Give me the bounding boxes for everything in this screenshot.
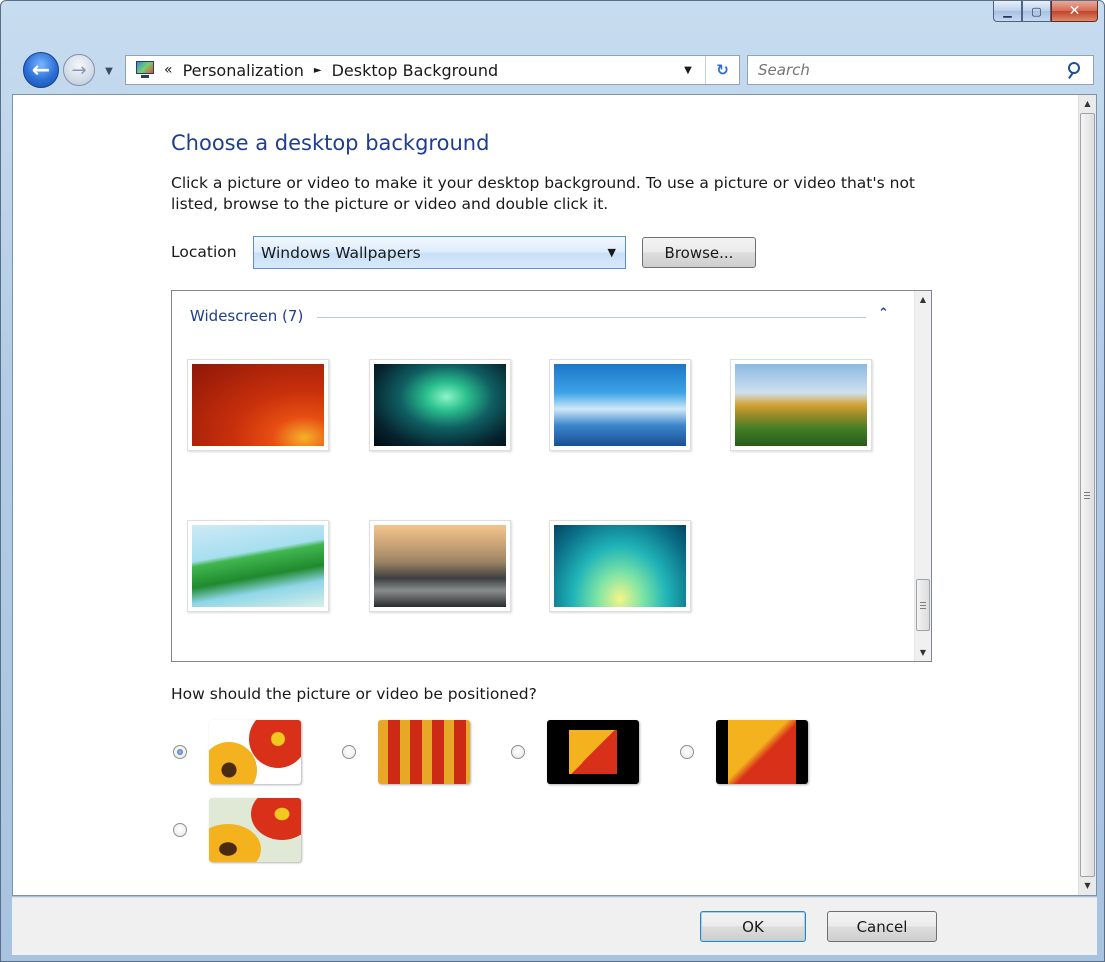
search-icon[interactable]	[1067, 62, 1085, 80]
location-select[interactable]: Windows Wallpapers ▼	[253, 236, 626, 269]
wallpaper-thumbnail-red-flower[interactable]	[187, 359, 329, 451]
breadcrumb-personalization[interactable]: Personalization	[183, 61, 304, 80]
content-scrollbar[interactable]: ▲ ▼	[1078, 95, 1096, 895]
position-radio-fit[interactable]	[680, 745, 694, 759]
location-label: Location	[171, 243, 237, 261]
gallery-scrollbar[interactable]: ▲ ▼	[914, 291, 931, 661]
browse-button[interactable]: Browse...	[642, 237, 756, 268]
scroll-down-icon[interactable]: ▼	[915, 644, 931, 661]
wallpaper-thumbnail-landscape[interactable]	[730, 359, 872, 451]
page-description: Click a picture or video to make it your…	[171, 174, 916, 213]
address-dropdown-icon[interactable]: ▼	[677, 56, 699, 84]
maximize-button[interactable]: ▢	[1022, 1, 1051, 22]
tile-icon[interactable]	[378, 720, 470, 784]
group-header[interactable]: Widescreen (7)	[190, 307, 303, 325]
control-panel-icon	[134, 60, 156, 80]
location-value: Windows Wallpapers	[261, 244, 421, 262]
scroll-up-icon[interactable]: ▲	[1079, 95, 1096, 113]
search-input[interactable]	[748, 56, 1048, 84]
thumbnail-image	[374, 525, 506, 607]
thumbnail-image	[192, 364, 324, 446]
window: ▁ ▢ ✕ ← → ▼ « Personalization ► Desktop …	[0, 0, 1105, 962]
minimize-button[interactable]: ▁	[993, 1, 1022, 22]
position-label: How should the picture or video be posit…	[171, 685, 537, 703]
wallpaper-gallery[interactable]: Widescreen (7) ⌃ ▲ ▼	[171, 290, 932, 662]
address-bar[interactable]: « Personalization ► Desktop Background ▼…	[125, 55, 740, 85]
thumbnail-image	[192, 525, 324, 607]
content-scroll-thumb[interactable]	[1080, 113, 1095, 877]
thumbnail-image	[554, 525, 686, 607]
breadcrumb-separator-icon[interactable]: ►	[314, 65, 322, 76]
wallpaper-thumbnail-green-aurora[interactable]	[549, 520, 691, 612]
chevron-down-icon: ▼	[607, 246, 616, 259]
search-box	[747, 55, 1094, 85]
wallpaper-thumbnail-fish[interactable]	[549, 359, 691, 451]
wallpaper-thumbnail-rock-lake[interactable]	[369, 520, 511, 612]
thumbnail-image	[554, 364, 686, 446]
forward-button[interactable]: →	[63, 54, 95, 86]
close-button[interactable]: ✕	[1051, 1, 1098, 22]
title-bar: ▁ ▢ ✕	[1, 1, 1104, 39]
refresh-button[interactable]: ↻	[705, 56, 739, 84]
recent-pages-dropdown[interactable]: ▼	[100, 62, 118, 80]
ok-button[interactable]: OK	[700, 911, 806, 942]
collapse-group-icon[interactable]: ⌃	[878, 306, 889, 321]
position-radio-tile[interactable]	[342, 745, 356, 759]
page-title: Choose a desktop background	[171, 131, 490, 155]
stretch-icon[interactable]	[209, 798, 301, 862]
breadcrumb-desktop-background[interactable]: Desktop Background	[332, 61, 499, 80]
position-radio-fill[interactable]	[173, 745, 187, 759]
thumbnail-image	[735, 364, 867, 446]
cancel-button[interactable]: Cancel	[827, 911, 937, 942]
position-radio-stretch[interactable]	[173, 823, 187, 837]
wallpaper-thumbnail-aurora[interactable]	[369, 359, 511, 451]
content-pane: Choose a desktop background Click a pict…	[12, 94, 1097, 896]
dialog-footer: OK Cancel	[12, 897, 1097, 955]
fit-icon[interactable]	[716, 720, 808, 784]
navigation-bar: ← → ▼ « Personalization ► Desktop Backgr…	[1, 47, 1104, 93]
scroll-down-icon[interactable]: ▼	[1079, 877, 1096, 895]
caption-buttons: ▁ ▢ ✕	[993, 1, 1098, 23]
scroll-up-icon[interactable]: ▲	[915, 291, 931, 308]
fill-icon[interactable]	[209, 720, 301, 784]
thumbnail-image	[374, 364, 506, 446]
group-divider	[317, 317, 866, 318]
center-icon[interactable]	[547, 720, 639, 784]
gallery-scroll-thumb[interactable]	[916, 579, 930, 631]
back-button[interactable]: ←	[23, 52, 59, 88]
position-radio-center[interactable]	[511, 745, 525, 759]
wallpaper-thumbnail-palm-leaf[interactable]	[187, 520, 329, 612]
breadcrumb-overflow-icon[interactable]: «	[164, 62, 173, 78]
